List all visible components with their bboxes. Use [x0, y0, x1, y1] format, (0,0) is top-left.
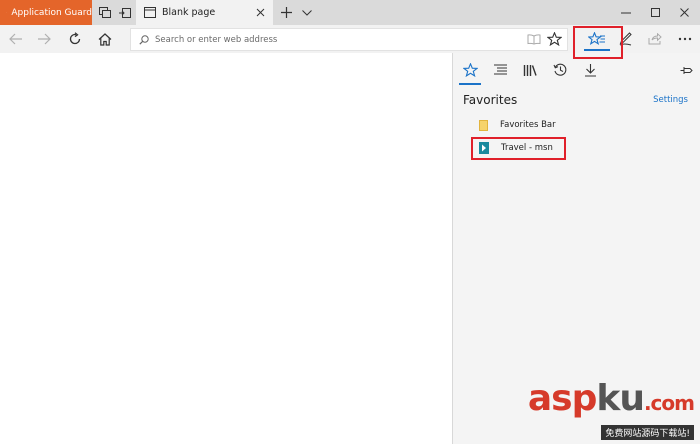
refresh-button[interactable] — [62, 27, 88, 51]
tab-favorites[interactable] — [459, 59, 481, 81]
minimize-icon — [621, 12, 631, 13]
tab-bar: Application Guard Blank page — [0, 0, 700, 25]
search-icon — [139, 34, 149, 45]
application-guard-label: Application Guard — [11, 7, 92, 18]
forward-button[interactable] — [31, 27, 57, 51]
hub-button-highlight-box — [573, 26, 623, 59]
chevron-down-icon — [302, 9, 312, 16]
page-icon — [144, 7, 156, 18]
watermark-logo-asp: asp — [527, 378, 597, 419]
home-icon — [98, 32, 112, 46]
download-icon — [584, 64, 596, 77]
reading-list-icon — [493, 64, 507, 75]
watermark-logo-suffix: .com — [643, 391, 695, 415]
favorite-label: Favorites Bar — [500, 120, 556, 130]
watermark-logo-ku: ku — [596, 378, 645, 419]
page-content[interactable] — [0, 53, 452, 444]
browser-window: Application Guard Blank page Search or e… — [0, 0, 700, 444]
set-tabs-aside-button[interactable] — [116, 0, 134, 25]
address-bar[interactable] — [130, 28, 568, 51]
tabs-aside-button[interactable] — [96, 0, 114, 25]
favorite-highlight-box — [471, 137, 566, 160]
watermark-subtitle: 免费网站源码下载站! — [601, 425, 694, 440]
share-button[interactable] — [642, 27, 668, 51]
folder-icon — [479, 119, 488, 131]
tab-history[interactable] — [549, 59, 571, 81]
back-button[interactable] — [3, 27, 29, 51]
add-favorite-button[interactable] — [541, 27, 567, 51]
reading-view-icon — [527, 33, 541, 45]
application-guard-badge[interactable]: Application Guard — [0, 0, 92, 25]
more-icon — [678, 37, 692, 41]
tab-books[interactable] — [519, 59, 541, 81]
favorites-settings-link[interactable]: Settings — [653, 95, 688, 105]
star-icon — [546, 32, 562, 46]
forward-arrow-icon — [38, 33, 51, 45]
close-tab-icon[interactable] — [254, 6, 267, 19]
tab-downloads[interactable] — [579, 59, 601, 81]
tab-title: Blank page — [162, 7, 216, 18]
share-icon — [648, 33, 662, 45]
new-tab-button[interactable] — [277, 0, 295, 25]
favorite-folder-favorites-bar[interactable]: Favorites Bar — [479, 116, 556, 134]
watermark: aspku.com 免费网站源码下载站! — [527, 378, 695, 440]
close-window-button[interactable] — [670, 0, 698, 25]
tab-preview-button[interactable] — [298, 0, 316, 25]
tab-reading-list[interactable] — [489, 59, 511, 81]
watermark-logo: aspku.com — [527, 378, 695, 421]
tab-blank-page[interactable]: Blank page — [136, 0, 273, 25]
tabs-aside-icon — [99, 7, 111, 18]
back-arrow-icon — [9, 33, 22, 45]
history-icon — [553, 63, 566, 76]
plus-icon — [280, 7, 292, 18]
refresh-icon — [69, 32, 81, 45]
minimize-button[interactable] — [612, 0, 640, 25]
more-button[interactable] — [672, 27, 698, 51]
maximize-icon — [650, 8, 660, 17]
books-icon — [523, 64, 537, 76]
hub-title: Favorites — [463, 93, 518, 107]
maximize-button[interactable] — [641, 0, 669, 25]
address-input[interactable] — [155, 34, 515, 45]
set-aside-icon — [119, 7, 131, 18]
star-icon — [462, 63, 478, 77]
close-icon — [679, 8, 689, 17]
pin-hub-button[interactable] — [675, 59, 697, 81]
home-button[interactable] — [92, 27, 118, 51]
pin-icon — [680, 66, 693, 74]
active-hub-tab-indicator — [459, 83, 481, 85]
